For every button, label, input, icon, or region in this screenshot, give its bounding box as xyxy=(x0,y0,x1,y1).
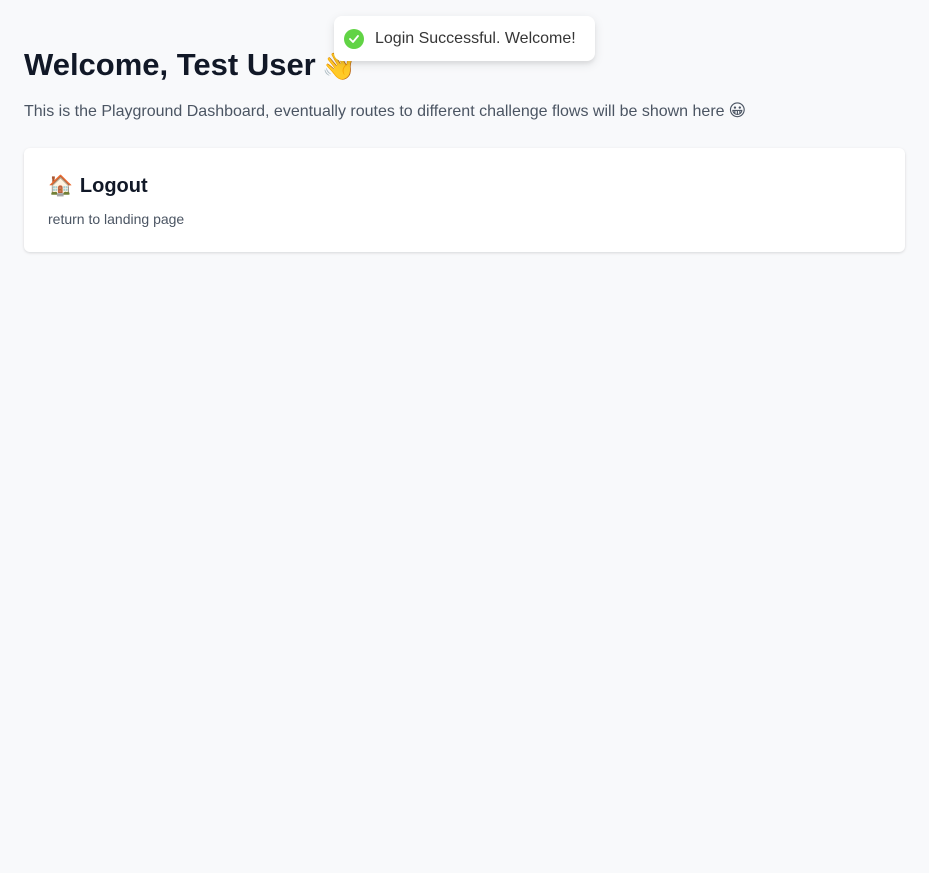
page-title-text: Welcome, Test User xyxy=(24,47,316,82)
dashboard-page: Welcome, Test User 👋 This is the Playgrou… xyxy=(0,0,929,873)
house-icon: 🏠 xyxy=(48,175,73,197)
toast-message: Login Successful. Welcome! xyxy=(375,29,576,47)
logout-card[interactable]: 🏠 Logout return to landing page xyxy=(24,148,905,252)
logout-card-description: return to landing page xyxy=(48,211,185,227)
logout-card-title-text: Logout xyxy=(79,175,148,197)
checkmark-glyph xyxy=(349,34,359,43)
smiley-icon: 😀 xyxy=(728,101,747,120)
page-title: Welcome, Test User 👋 xyxy=(24,46,357,85)
checkmark-icon xyxy=(344,28,364,49)
logout-card-title: 🏠 Logout xyxy=(48,172,881,200)
success-toast: Login Successful. Welcome! xyxy=(334,16,595,61)
page-subtitle: This is the Playground Dashboard, eventu… xyxy=(24,101,746,122)
page-subtitle-text: This is the Playground Dashboard, eventu… xyxy=(24,103,725,120)
